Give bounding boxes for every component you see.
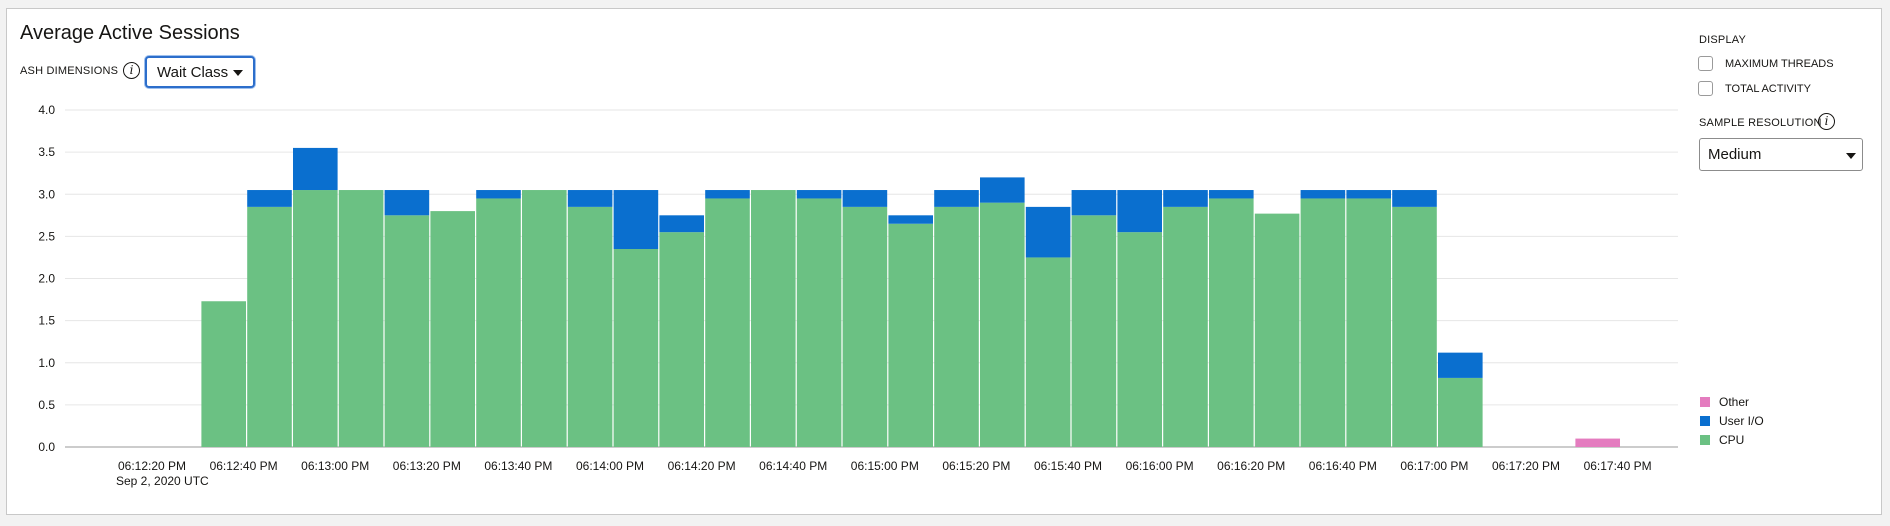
bar-cpu — [338, 190, 384, 447]
x-tick-label: 06:14:40 PM — [759, 459, 827, 473]
y-tick-label: 3.5 — [38, 145, 55, 159]
bar-cpu — [384, 215, 430, 447]
stacked-bar-chart: 0.0 0.5 1.0 1.5 2.0 2.5 3.0 3.5 4.0 06:12:20 PM 06… — [38, 103, 1678, 488]
bar-user-i-o — [1438, 352, 1483, 378]
bar-user-i-o — [934, 190, 979, 207]
y-tick-label: 3.0 — [38, 187, 55, 201]
bar-user-i-o — [842, 190, 888, 207]
x-tick-label: 06:16:20 PM — [1217, 459, 1285, 473]
bar-cpu — [430, 211, 475, 447]
bar-cpu — [1254, 213, 1300, 447]
x-tick-label: 06:16:40 PM — [1309, 459, 1377, 473]
x-tick-label: 06:12:20 PM — [118, 459, 186, 473]
bar-cpu — [980, 202, 1025, 447]
bar-cpu — [476, 198, 521, 447]
bar-user-i-o — [567, 190, 613, 207]
y-tick-label: 1.0 — [38, 356, 55, 370]
bar-cpu — [934, 206, 979, 447]
x-tick-label: 06:14:20 PM — [668, 459, 736, 473]
bar-cpu — [659, 232, 704, 447]
x-tick-label: 06:14:00 PM — [576, 459, 644, 473]
y-tick-label: 4.0 — [38, 103, 55, 117]
bar-cpu — [293, 190, 338, 447]
x-tick-label: 06:13:00 PM — [301, 459, 369, 473]
x-tick-label: 06:13:20 PM — [393, 459, 461, 473]
bar-user-i-o — [1346, 190, 1391, 199]
x-tick-label: 06:15:00 PM — [851, 459, 919, 473]
bar-cpu — [201, 301, 246, 447]
bar-cpu — [1025, 257, 1071, 447]
y-tick-label: 0.0 — [38, 440, 55, 454]
bar-cpu — [1438, 377, 1483, 447]
bar-cpu — [567, 206, 613, 447]
bar-user-i-o — [796, 190, 842, 199]
bar-cpu — [1071, 215, 1117, 447]
x-tick-label: 06:17:40 PM — [1584, 459, 1652, 473]
bar-user-i-o — [659, 215, 704, 233]
x-tick-label: 06:15:20 PM — [942, 459, 1010, 473]
bar-other — [1575, 438, 1620, 447]
bar-cpu — [247, 206, 292, 447]
bar-cpu — [1117, 232, 1162, 447]
bar-cpu — [1163, 206, 1208, 447]
bar-cpu — [842, 206, 888, 447]
bar-cpu — [1300, 198, 1346, 447]
y-tick-label: 0.5 — [38, 398, 55, 412]
y-tick-label: 2.0 — [38, 272, 55, 286]
bar-cpu — [1209, 198, 1254, 447]
bar-cpu — [888, 223, 933, 447]
y-tick-label: 1.5 — [38, 314, 55, 328]
x-tick-label: 06:17:20 PM — [1492, 459, 1560, 473]
x-tick-label: 06:17:00 PM — [1400, 459, 1468, 473]
bar-cpu — [613, 249, 659, 447]
bar-user-i-o — [1392, 190, 1437, 207]
bar-cpu — [1346, 198, 1391, 447]
bar-user-i-o — [293, 147, 338, 191]
bar-user-i-o — [384, 190, 430, 216]
y-tick-label: 2.5 — [38, 229, 55, 243]
bar-cpu — [751, 190, 796, 447]
bar-user-i-o — [980, 177, 1025, 203]
bar-cpu — [796, 198, 842, 447]
bar-user-i-o — [1209, 190, 1254, 199]
bar-user-i-o — [247, 190, 292, 207]
bar-user-i-o — [476, 190, 521, 199]
bar-user-i-o — [1163, 190, 1208, 207]
bar-user-i-o — [1025, 206, 1071, 258]
bar-user-i-o — [1300, 190, 1346, 199]
x-tick-label: 06:15:40 PM — [1034, 459, 1102, 473]
x-date-label: Sep 2, 2020 UTC — [116, 474, 209, 488]
x-tick-label: 06:12:40 PM — [210, 459, 278, 473]
x-tick-label: 06:13:40 PM — [484, 459, 552, 473]
bar-user-i-o — [1071, 190, 1117, 216]
bar-user-i-o — [888, 215, 933, 224]
bar-cpu — [522, 190, 567, 447]
bar-user-i-o — [705, 190, 750, 199]
bar-cpu — [705, 198, 750, 447]
x-tick-label: 06:16:00 PM — [1126, 459, 1194, 473]
bar-cpu — [1392, 206, 1437, 447]
bar-user-i-o — [1117, 190, 1162, 233]
bar-user-i-o — [613, 190, 659, 250]
